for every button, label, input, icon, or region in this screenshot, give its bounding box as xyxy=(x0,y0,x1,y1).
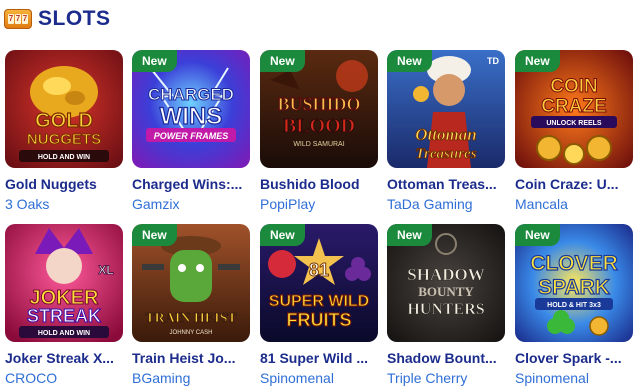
art-tagline: HOLD AND WIN xyxy=(38,154,90,161)
art-title: TRAIN HEIST xyxy=(145,311,237,326)
art-title: Ottoman xyxy=(415,125,476,144)
game-name[interactable]: Coin Craze: U... xyxy=(515,176,637,192)
game-thumbnail[interactable]: XL JOKER STREAK HOLD AND WIN xyxy=(5,224,123,342)
new-badge: New xyxy=(132,224,177,246)
game-provider[interactable]: CROCO xyxy=(5,370,127,386)
game-thumbnail[interactable]: CHARGED WINS POWER FRAMES New xyxy=(132,50,250,168)
game-thumbnail[interactable]: SHADOW BOUNTY HUNTERS New xyxy=(387,224,505,342)
game-provider[interactable]: Spinomenal xyxy=(260,370,382,386)
art-subtitle: BOUNTY xyxy=(418,284,474,299)
art-tagline: HOLD AND WIN xyxy=(38,330,90,337)
new-badge: New xyxy=(515,224,560,246)
game-provider[interactable]: Mancala xyxy=(515,196,637,212)
art-number: 81 xyxy=(309,260,329,280)
game-name[interactable]: Ottoman Treas... xyxy=(387,176,509,192)
game-provider[interactable]: TaDa Gaming xyxy=(387,196,509,212)
art-subtitle: STREAK xyxy=(27,306,101,326)
game-thumbnail[interactable]: TRAIN HEIST JOHNNY CASH New xyxy=(132,224,250,342)
art-title: SHADOW xyxy=(407,265,484,284)
game-provider[interactable]: BGaming xyxy=(132,370,254,386)
art-tagline: JOHNNY CASH xyxy=(170,330,213,336)
game-name[interactable]: Clover Spark -... xyxy=(515,350,637,366)
new-badge: New xyxy=(132,50,177,72)
art-title: CLOVER xyxy=(530,252,618,275)
game-thumbnail[interactable]: BUSHIDO BLOOD WILD SAMURAI New xyxy=(260,50,378,168)
game-provider[interactable]: Spinomenal xyxy=(515,370,637,386)
game-name[interactable]: Shadow Bount... xyxy=(387,350,509,366)
art-subtitle: WINS xyxy=(160,103,223,130)
section-header: 777 SLOTS xyxy=(4,6,111,32)
game-name[interactable]: Train Heist Jo... xyxy=(132,350,254,366)
game-thumbnail[interactable]: CLOVER SPARK HOLD & HIT 3x3 New xyxy=(515,224,633,342)
art-badge: XL xyxy=(98,263,113,277)
art-subtitle: CRAZE xyxy=(541,96,606,117)
slot-machine-icon: 777 xyxy=(4,9,32,29)
art-tagline: HOLD & HIT 3x3 xyxy=(547,302,601,309)
new-badge: New xyxy=(387,50,432,72)
section-title: SLOTS xyxy=(38,7,111,30)
art-tagline: WILD SAMURAI xyxy=(293,141,344,148)
art-tagline: POWER FRAMES xyxy=(154,131,229,141)
art-title: BUSHIDO xyxy=(277,94,360,114)
art-title: COIN xyxy=(550,76,598,97)
game-provider[interactable]: PopiPlay xyxy=(260,196,382,212)
game-thumbnail[interactable]: GOLD NUGGETS HOLD AND WIN xyxy=(5,50,123,168)
art-title: CHARGED xyxy=(148,85,234,104)
art-subtitle: FRUITS xyxy=(287,310,352,330)
game-thumbnail[interactable]: COIN CRAZE UNLOCK REELS New xyxy=(515,50,633,168)
art-subtitle: Treasures xyxy=(415,146,476,162)
art-title: GOLD xyxy=(35,110,93,132)
game-thumbnail[interactable]: TD Ottoman Treasures New xyxy=(387,50,505,168)
game-name[interactable]: Joker Streak X... xyxy=(5,350,127,366)
art-subtitle: SPARK xyxy=(538,276,610,299)
art-tagline: HUNTERS xyxy=(407,301,484,318)
game-name[interactable]: 81 Super Wild ... xyxy=(260,350,382,366)
game-name[interactable]: Bushido Blood xyxy=(260,176,382,192)
new-badge: New xyxy=(387,224,432,246)
new-badge: New xyxy=(260,224,305,246)
art-badge: TD xyxy=(487,56,499,66)
art-title: SUPER WILD xyxy=(269,293,369,310)
art-subtitle: BLOOD xyxy=(283,115,355,137)
game-name[interactable]: Gold Nuggets xyxy=(5,176,127,192)
game-name[interactable]: Charged Wins:... xyxy=(132,176,254,192)
art-subtitle: NUGGETS xyxy=(27,131,101,148)
new-badge: New xyxy=(260,50,305,72)
art-tagline: UNLOCK REELS xyxy=(546,120,602,127)
game-provider[interactable]: Triple Cherry xyxy=(387,370,509,386)
game-provider[interactable]: Gamzix xyxy=(132,196,254,212)
game-provider[interactable]: 3 Oaks xyxy=(5,196,127,212)
game-thumbnail[interactable]: 81 SUPER WILD FRUITS New xyxy=(260,224,378,342)
new-badge: New xyxy=(515,50,560,72)
